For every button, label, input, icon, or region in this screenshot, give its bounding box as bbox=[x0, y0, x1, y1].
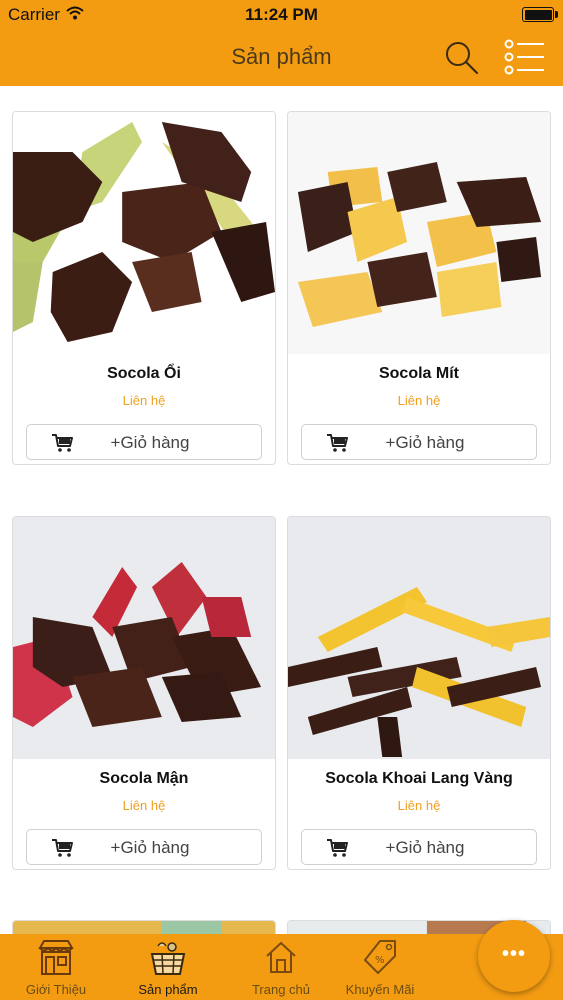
add-to-cart-label: +Giỏ hàng bbox=[110, 433, 190, 452]
status-time: 11:24 PM bbox=[245, 5, 318, 24]
product-image bbox=[13, 517, 275, 759]
product-card[interactable] bbox=[12, 920, 276, 934]
add-to-cart-button[interactable]: +Giỏ hàng bbox=[26, 424, 262, 460]
product-image bbox=[288, 112, 550, 354]
product-card[interactable]: Socola Ổi Liên hệ +Giỏ hàng bbox=[12, 111, 276, 465]
product-name: Socola Mận bbox=[99, 770, 189, 787]
tab-trang-chu[interactable]: Trang chủ bbox=[227, 934, 335, 1000]
tab-label: Khuyến Mãi bbox=[345, 982, 415, 997]
home-icon bbox=[266, 941, 296, 973]
more-button[interactable]: ••• bbox=[478, 920, 550, 992]
basket-icon bbox=[150, 942, 186, 975]
add-to-cart-label: +Giỏ hàng bbox=[385, 838, 465, 857]
battery-icon bbox=[522, 7, 558, 22]
status-bar: Carrier 11:24 PM bbox=[0, 0, 563, 30]
product-price: Liên hệ bbox=[122, 393, 166, 408]
search-icon[interactable] bbox=[443, 40, 481, 76]
product-price: Liên hệ bbox=[122, 798, 166, 813]
add-to-cart-button[interactable]: +Giỏ hàng bbox=[301, 829, 537, 865]
product-image bbox=[288, 517, 550, 759]
add-to-cart-label: +Giỏ hàng bbox=[110, 838, 190, 857]
product-name: Socola Ổi bbox=[107, 365, 181, 382]
storefront-icon bbox=[38, 940, 74, 975]
add-to-cart-label: +Giỏ hàng bbox=[385, 433, 465, 452]
tab-khuyen-mai[interactable]: % Khuyến Mãi bbox=[326, 934, 434, 1000]
tab-label: Trang chủ bbox=[251, 982, 311, 997]
product-grid: Socola Ổi Liên hệ +Giỏ hàng Socola Mít L… bbox=[0, 86, 563, 934]
product-card[interactable]: Socola Khoai Lang Vàng Liên hệ +Giỏ hàng bbox=[287, 516, 551, 870]
product-price: Liên hệ bbox=[397, 393, 441, 408]
product-name: Socola Mít bbox=[378, 365, 459, 382]
product-card[interactable]: Socola Mít Liên hệ +Giỏ hàng bbox=[287, 111, 551, 465]
svg-text:%: % bbox=[375, 955, 385, 966]
tab-gioi-thieu[interactable]: Giới Thiệu bbox=[2, 934, 110, 1000]
product-image bbox=[13, 112, 275, 354]
tab-san-pham[interactable]: Sản phẩm bbox=[114, 934, 222, 1000]
tab-label: Giới Thiệu bbox=[25, 982, 87, 997]
more-dots-icon: ••• bbox=[501, 943, 526, 965]
product-image bbox=[13, 921, 275, 934]
product-card[interactable]: Socola Mận Liên hệ +Giỏ hàng bbox=[12, 516, 276, 870]
product-name: Socola Khoai Lang Vàng bbox=[325, 770, 513, 787]
product-price: Liên hệ bbox=[397, 798, 441, 813]
list-menu-icon[interactable] bbox=[502, 38, 546, 76]
price-tag-icon: % bbox=[364, 940, 396, 974]
add-to-cart-button[interactable]: +Giỏ hàng bbox=[26, 829, 262, 865]
navigation-bar: Carrier 11:24 PM Sản phẩm bbox=[0, 0, 563, 86]
add-to-cart-button[interactable]: +Giỏ hàng bbox=[301, 424, 537, 460]
tab-label: Sản phẩm bbox=[138, 982, 198, 997]
